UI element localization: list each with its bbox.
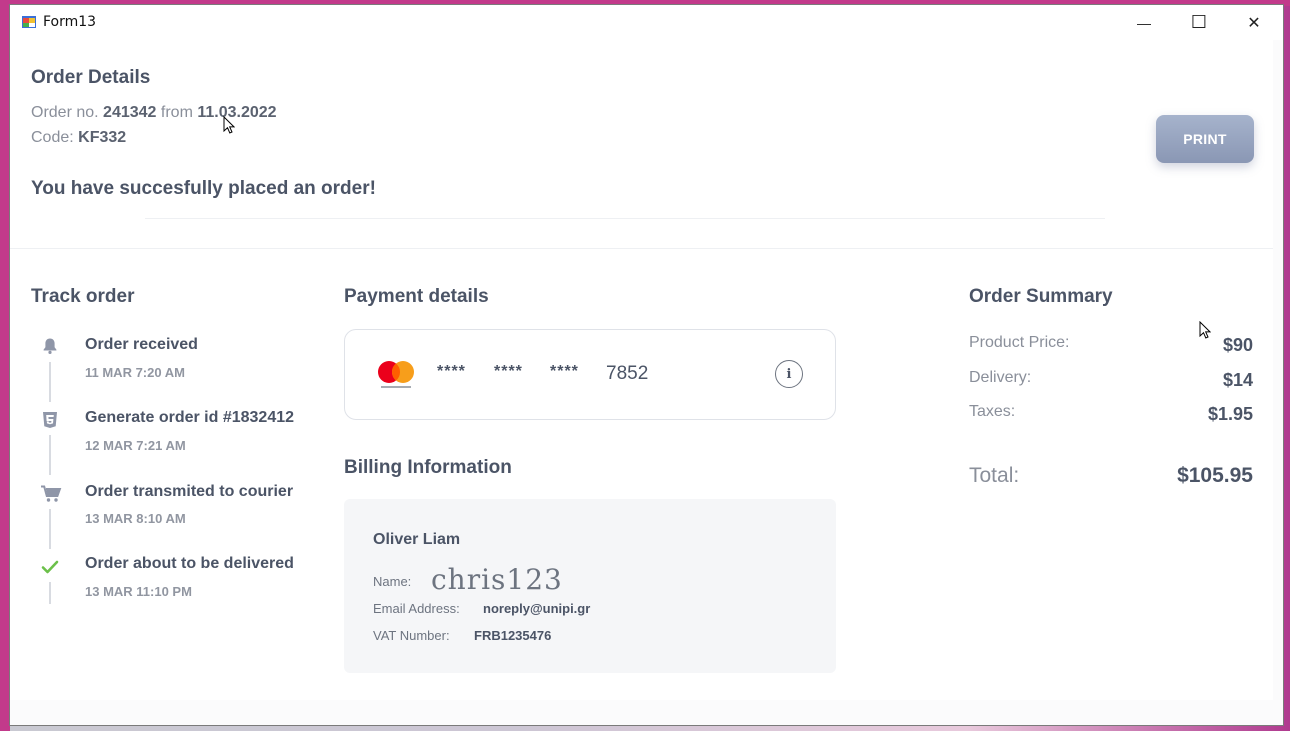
track-step-title: Order about to be delivered — [85, 555, 294, 572]
track-step-time: 11 MAR 7:20 AM — [85, 365, 185, 380]
bell-icon — [41, 337, 59, 355]
mastercard-icon — [378, 361, 414, 388]
order-code-line: Code: KF332 — [31, 129, 126, 147]
name-label: Name: — [373, 574, 412, 589]
title-bar[interactable]: Form13 — ☐ ✕ — [10, 5, 1283, 40]
name-value: chris123 — [431, 563, 563, 596]
track-order-heading: Track order — [31, 286, 135, 307]
minimize-button[interactable]: — — [1117, 5, 1171, 40]
payment-card: **** **** **** 7852 i — [344, 329, 836, 420]
order-no-label: Order no. — [31, 104, 99, 121]
billing-customer-name: Oliver Liam — [373, 531, 461, 548]
billing-info-box: Oliver Liam Name: chris123 Email Address… — [344, 499, 836, 673]
product-price-label: Product Price: — [969, 334, 1070, 351]
client-area: Order Details Order no. 241342 from 11.0… — [10, 40, 1283, 725]
card-number-mask: **** — [550, 363, 579, 380]
success-message: You have succesfully placed an order! — [31, 178, 376, 199]
html5-icon — [41, 411, 59, 429]
card-number-mask: **** — [494, 363, 523, 380]
window-title: Form13 — [43, 14, 97, 30]
total-label: Total: — [969, 464, 1020, 487]
close-icon: ✕ — [1247, 14, 1261, 32]
divider — [145, 218, 1105, 219]
timeline-connector — [49, 362, 51, 402]
order-summary-heading: Order Summary — [969, 286, 1113, 307]
cart-icon — [40, 485, 62, 503]
track-step-title: Generate order id #1832412 — [85, 409, 295, 426]
total-value: $105.95 — [1177, 464, 1253, 487]
card-number-mask: **** — [437, 363, 466, 380]
print-button[interactable]: PRINT — [1156, 115, 1254, 163]
vat-value: FRB1235476 — [474, 628, 552, 643]
timeline-connector — [49, 582, 51, 604]
order-number: 241342 — [103, 104, 157, 121]
order-from-label: from — [160, 104, 193, 121]
order-number-line: Order no. 241342 from 11.03.2022 — [31, 104, 277, 122]
track-step-time: 13 MAR 8:10 AM — [85, 511, 186, 526]
timeline-connector — [49, 435, 51, 475]
payment-details-heading: Payment details — [344, 286, 489, 307]
app-icon — [22, 16, 36, 28]
maximize-button[interactable]: ☐ — [1172, 5, 1226, 40]
track-step-title: Order received — [85, 336, 198, 353]
taxes-label: Taxes: — [969, 403, 1016, 420]
track-step-time: 13 MAR 11:10 PM — [85, 584, 192, 599]
mouse-cursor-icon — [223, 116, 235, 134]
product-price-value: $90 — [1222, 335, 1253, 355]
info-icon[interactable]: i — [775, 360, 803, 388]
delivery-label: Delivery: — [969, 369, 1032, 386]
taxes-value: $1.95 — [1207, 404, 1253, 424]
mouse-cursor-icon — [1199, 321, 1211, 339]
email-label: Email Address: — [373, 601, 460, 616]
divider — [10, 248, 1273, 249]
card-last-digits: 7852 — [606, 363, 649, 384]
vat-label: VAT Number: — [373, 628, 450, 643]
close-button[interactable]: ✕ — [1227, 5, 1281, 40]
order-card: Order Details Order no. 241342 from 11.0… — [10, 40, 1273, 700]
order-details-heading: Order Details — [31, 67, 151, 88]
delivery-value: $14 — [1222, 370, 1253, 390]
billing-information-heading: Billing Information — [344, 457, 512, 478]
check-icon — [41, 558, 59, 576]
code-label: Code: — [31, 129, 74, 146]
maximize-icon: ☐ — [1190, 12, 1208, 32]
order-code: KF332 — [78, 129, 127, 146]
minimize-icon: — — [1137, 14, 1151, 31]
order-date: 11.03.2022 — [197, 104, 277, 121]
track-step-time: 12 MAR 7:21 AM — [85, 438, 186, 453]
timeline-connector — [49, 509, 51, 549]
form-window: Form13 — ☐ ✕ Order Details Order no. 241… — [9, 4, 1284, 726]
email-value: noreply@unipi.gr — [483, 601, 591, 616]
track-step-title: Order transmited to courier — [85, 483, 294, 500]
